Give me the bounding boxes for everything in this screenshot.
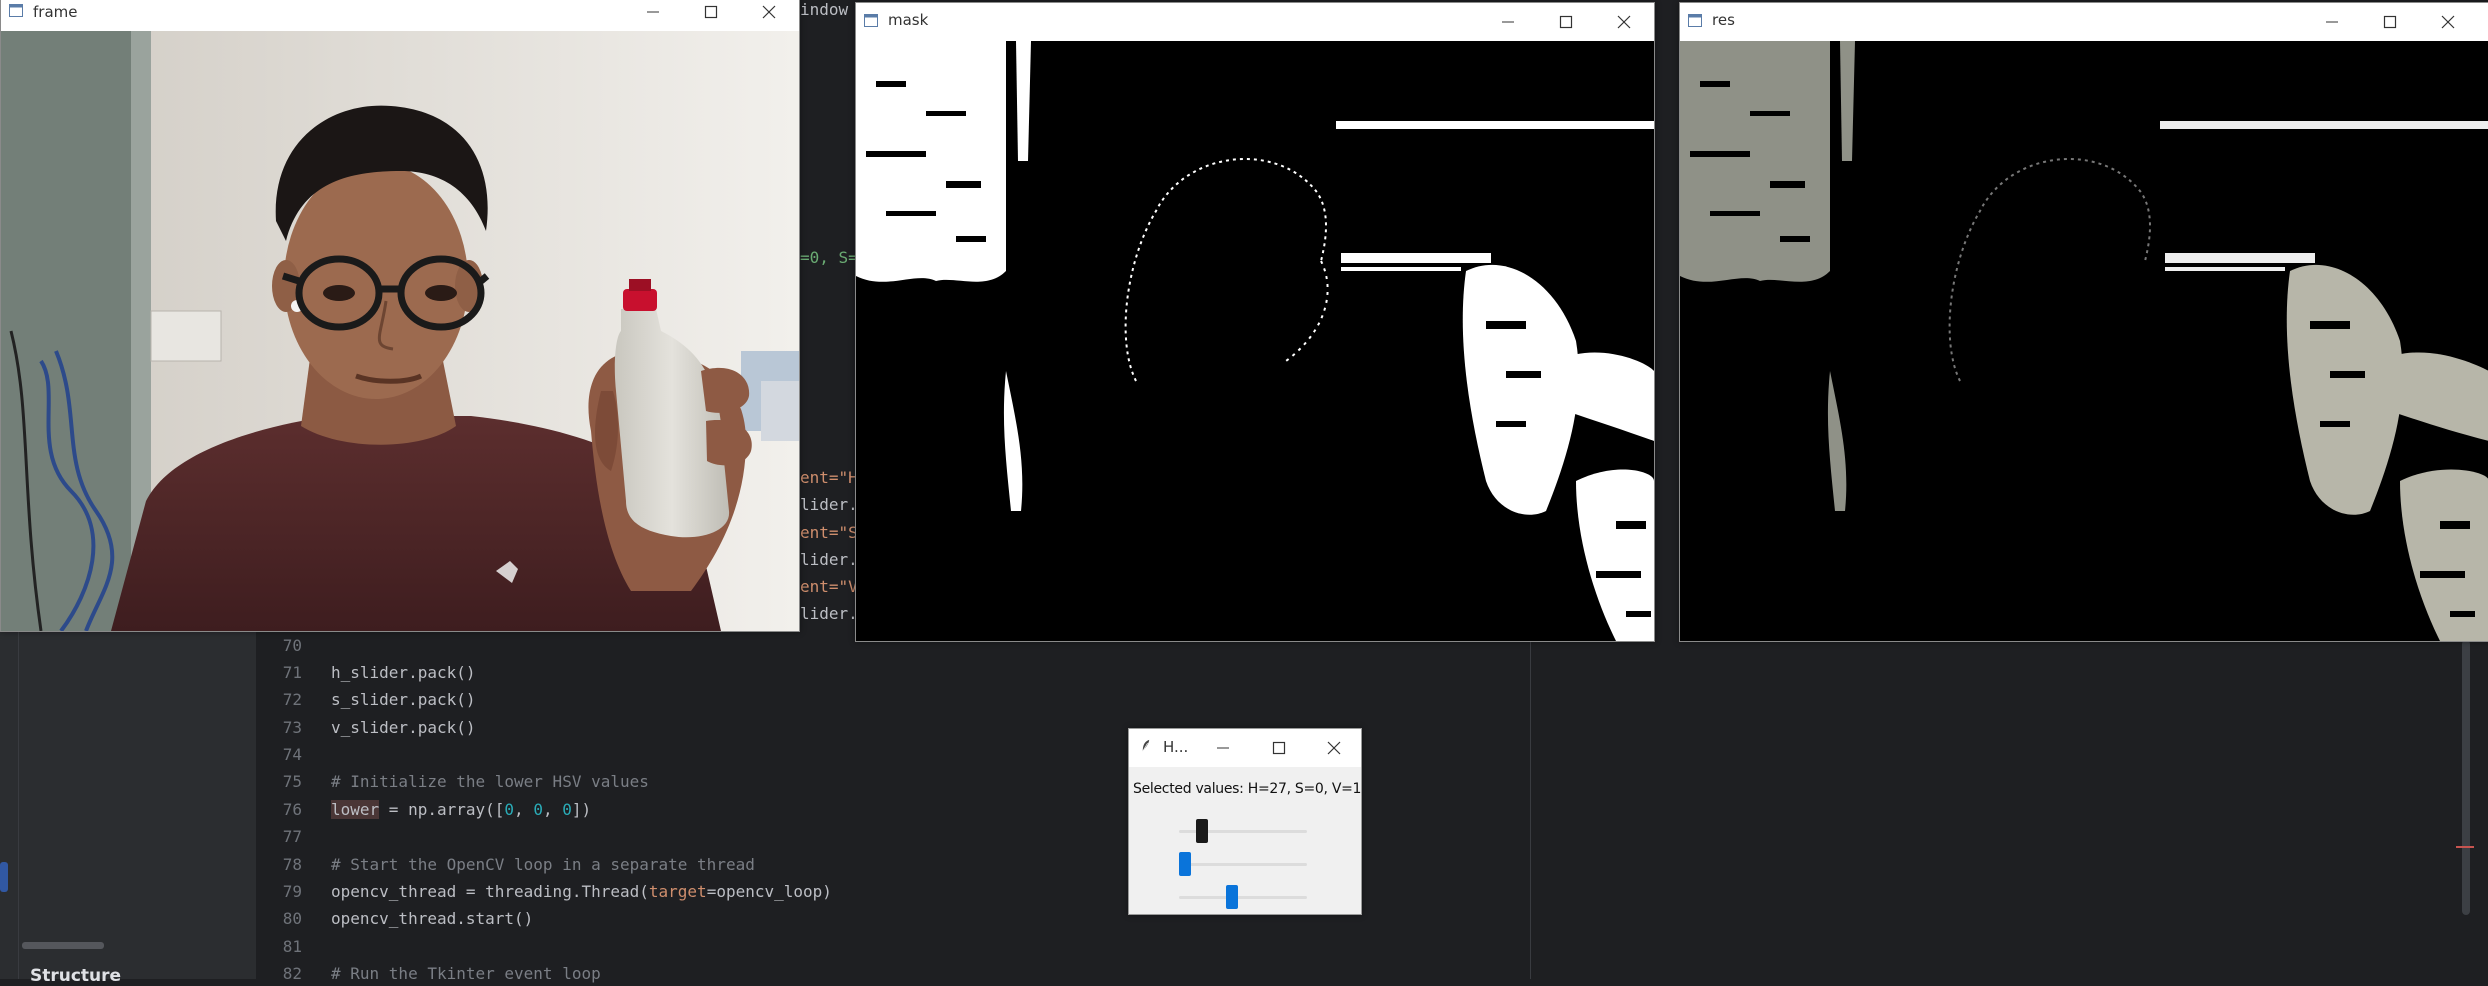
minimize-icon [1502,21,1514,23]
window-title: frame [33,3,78,21]
maximize-button[interactable] [2362,3,2418,41]
code-comment[interactable]: # Start the OpenCV loop in a separate th… [331,855,755,874]
structure-tab[interactable]: Structure [30,966,121,986]
slider-thumb[interactable] [1179,852,1191,876]
tk-feather-icon [1142,739,1150,752]
minimize-button[interactable] [1195,729,1251,767]
res-image [1680,41,2488,641]
tool-window-strip [0,630,19,979]
selected-values-label: Selected values: H=27, S=0, V=104 [1133,781,1361,797]
panel-horizontal-scrollbar[interactable] [22,942,104,949]
project-panel [0,630,257,979]
code-fragment: lider. [800,550,858,569]
res-window[interactable]: res [1679,2,2488,642]
close-icon [1617,15,1631,29]
code-fragment: =0, S= [800,248,858,267]
maximize-button[interactable] [683,0,739,31]
minimize-button[interactable] [625,0,681,31]
close-icon [762,5,776,19]
code-fragment: ent="H [800,468,858,487]
hsv-dialog-window[interactable]: H... Selected values: H=27, S=0, V=104 [1128,728,1362,915]
maximize-icon [704,5,718,19]
tool-window-indicator[interactable] [0,862,8,892]
code-fragment: indow [800,0,849,19]
code-comment[interactable]: # Run the Tkinter event loop [331,964,601,983]
minimize-button[interactable] [1480,3,1536,41]
h-slider[interactable] [1179,817,1307,845]
line-number: 71 [282,663,302,682]
v-slider[interactable] [1179,883,1307,911]
maximize-button[interactable] [1538,3,1594,41]
code-line[interactable]: s_slider.pack() [331,690,476,709]
line-number: 73 [282,718,302,737]
line-number: 76 [282,800,302,819]
frame-titlebar[interactable]: frame [1,0,799,31]
maximize-icon [2383,15,2397,29]
code-fragment: ent="S [800,523,858,542]
close-icon [1327,741,1341,755]
s-slider[interactable] [1179,850,1307,878]
frame-window[interactable]: frame [0,0,800,632]
window-title: res [1712,11,1735,29]
line-number: 77 [282,827,302,846]
line-number: 81 [282,937,302,956]
slider-thumb[interactable] [1226,885,1238,909]
line-number: 82 [282,964,302,983]
minimize-icon [647,11,659,13]
minimize-icon [2326,21,2338,23]
minimize-button[interactable] [2304,3,2360,41]
close-button[interactable] [2420,3,2476,41]
line-number: 75 [282,772,302,791]
close-button[interactable] [741,0,797,31]
maximize-button[interactable] [1251,729,1307,767]
error-marker[interactable] [2456,846,2474,848]
code-fragment: lider. [800,495,858,514]
maximize-icon [1272,741,1286,755]
line-number: 70 [282,636,302,655]
webcam-frame-image [1,31,799,631]
code-line[interactable]: lower = np.array([0, 0, 0]) [331,800,591,819]
close-button[interactable] [1596,3,1652,41]
editor-vertical-scrollbar[interactable] [2462,640,2470,915]
line-number: 72 [282,690,302,709]
mask-titlebar[interactable]: mask [856,3,1654,41]
code-fragment: ent="V [800,577,858,596]
code-line[interactable]: h_slider.pack() [331,663,476,682]
line-number: 80 [282,909,302,928]
res-titlebar[interactable]: res [1680,3,2488,41]
line-number: 79 [282,882,302,901]
hsv-titlebar[interactable]: H... [1129,729,1361,767]
close-button[interactable] [1307,729,1361,767]
mask-image [856,41,1654,641]
slider-trough[interactable] [1179,863,1307,866]
slider-thumb[interactable] [1196,819,1208,843]
window-title: H... [1163,738,1189,756]
code-line[interactable]: opencv_thread = threading.Thread(target=… [331,882,832,901]
close-icon [2441,15,2455,29]
slider-trough[interactable] [1179,896,1307,899]
code-fragment: lider. [800,604,858,623]
line-number: 78 [282,855,302,874]
window-title: mask [888,11,929,29]
minimize-icon [1217,747,1229,749]
mask-window[interactable]: mask [855,2,1655,642]
opencv-window-icon [864,14,878,27]
line-number: 74 [282,745,302,764]
code-line[interactable]: v_slider.pack() [331,718,476,737]
opencv-window-icon [1688,14,1702,27]
maximize-icon [1559,15,1573,29]
opencv-window-icon [9,4,23,17]
editor-divider [1530,630,1531,979]
code-line[interactable]: opencv_thread.start() [331,909,533,928]
hsv-dialog-body: Selected values: H=27, S=0, V=104 [1129,767,1361,914]
code-comment[interactable]: # Initialize the lower HSV values [331,772,649,791]
